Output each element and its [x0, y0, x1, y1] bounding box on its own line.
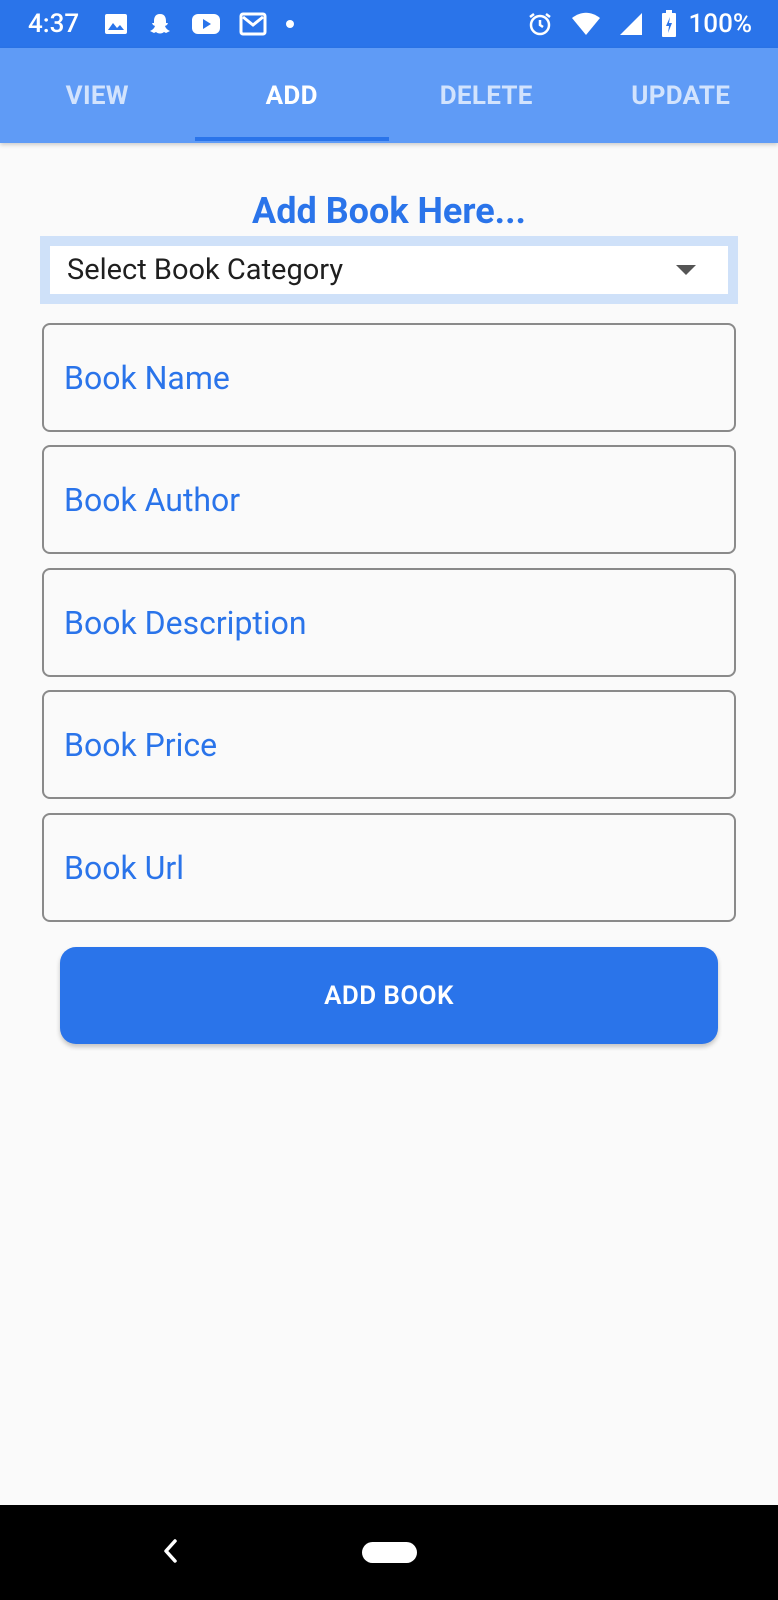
status-left: 4:37: [28, 9, 295, 39]
tab-view[interactable]: VIEW: [0, 48, 195, 143]
back-button[interactable]: [158, 1533, 182, 1573]
battery-percentage: 100%: [688, 9, 752, 39]
book-price-field: [42, 690, 736, 799]
youtube-icon: [191, 12, 221, 36]
image-icon: [103, 11, 129, 37]
book-url-input[interactable]: [64, 848, 734, 887]
book-name-field: [42, 323, 736, 432]
book-author-field: [42, 445, 736, 554]
tab-update[interactable]: UPDATE: [584, 48, 778, 143]
back-chevron-icon: [162, 1538, 178, 1568]
category-spinner-container: Select Book Category: [40, 236, 738, 304]
category-spinner-label: Select Book Category: [67, 253, 344, 287]
book-price-input[interactable]: [64, 725, 734, 764]
battery-charging-icon: [661, 10, 677, 38]
book-author-input[interactable]: [64, 480, 734, 519]
book-name-input[interactable]: [64, 358, 734, 397]
home-pill-button[interactable]: [362, 1542, 417, 1563]
alarm-icon: [527, 11, 553, 37]
notification-dot-icon: [285, 19, 295, 29]
book-description-field: [42, 568, 736, 677]
tab-add[interactable]: ADD: [194, 48, 390, 143]
signal-icon: [619, 12, 643, 36]
add-book-button[interactable]: ADD BOOK: [60, 947, 718, 1044]
dropdown-caret-icon: [676, 265, 696, 275]
status-time: 4:37: [28, 9, 80, 39]
system-nav-bar: [0, 1505, 778, 1600]
snapchat-icon: [147, 11, 173, 37]
tab-delete[interactable]: DELETE: [389, 48, 584, 143]
book-description-input[interactable]: [64, 603, 734, 642]
book-url-field: [42, 813, 736, 922]
category-spinner[interactable]: Select Book Category: [50, 246, 728, 294]
status-right: 100%: [527, 9, 752, 39]
status-bar: 4:37 100%: [0, 0, 778, 48]
tab-bar: VIEW ADD DELETE UPDATE: [0, 48, 778, 143]
page-title: Add Book Here...: [252, 190, 526, 232]
gmail-icon: [239, 12, 267, 36]
wifi-icon: [571, 12, 601, 36]
